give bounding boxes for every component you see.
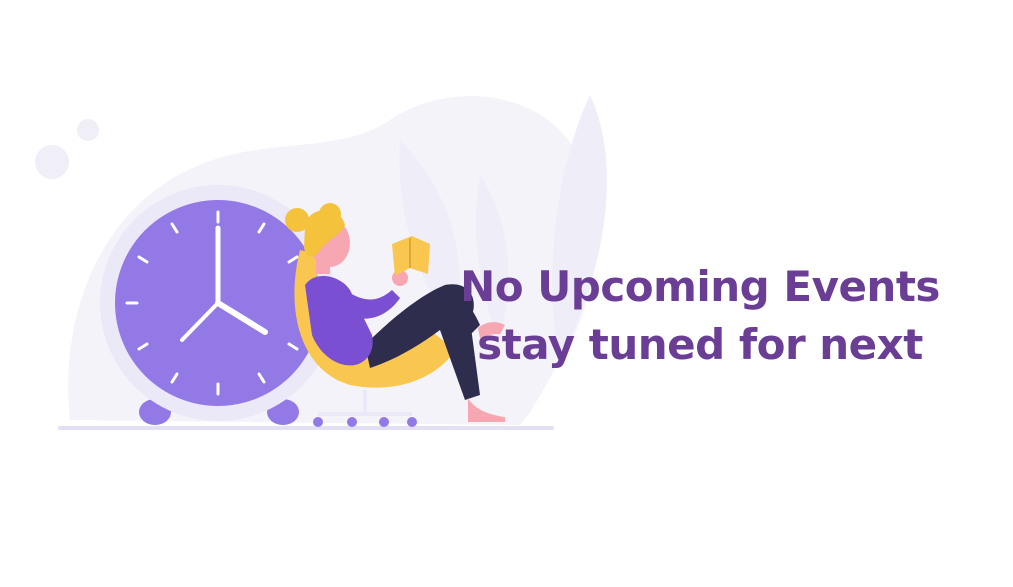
- empty-state-subtitle: stay tuned for next: [477, 320, 923, 369]
- empty-state-message: No Upcoming Events stay tuned for next: [440, 258, 960, 374]
- empty-state-title: No Upcoming Events: [460, 262, 940, 311]
